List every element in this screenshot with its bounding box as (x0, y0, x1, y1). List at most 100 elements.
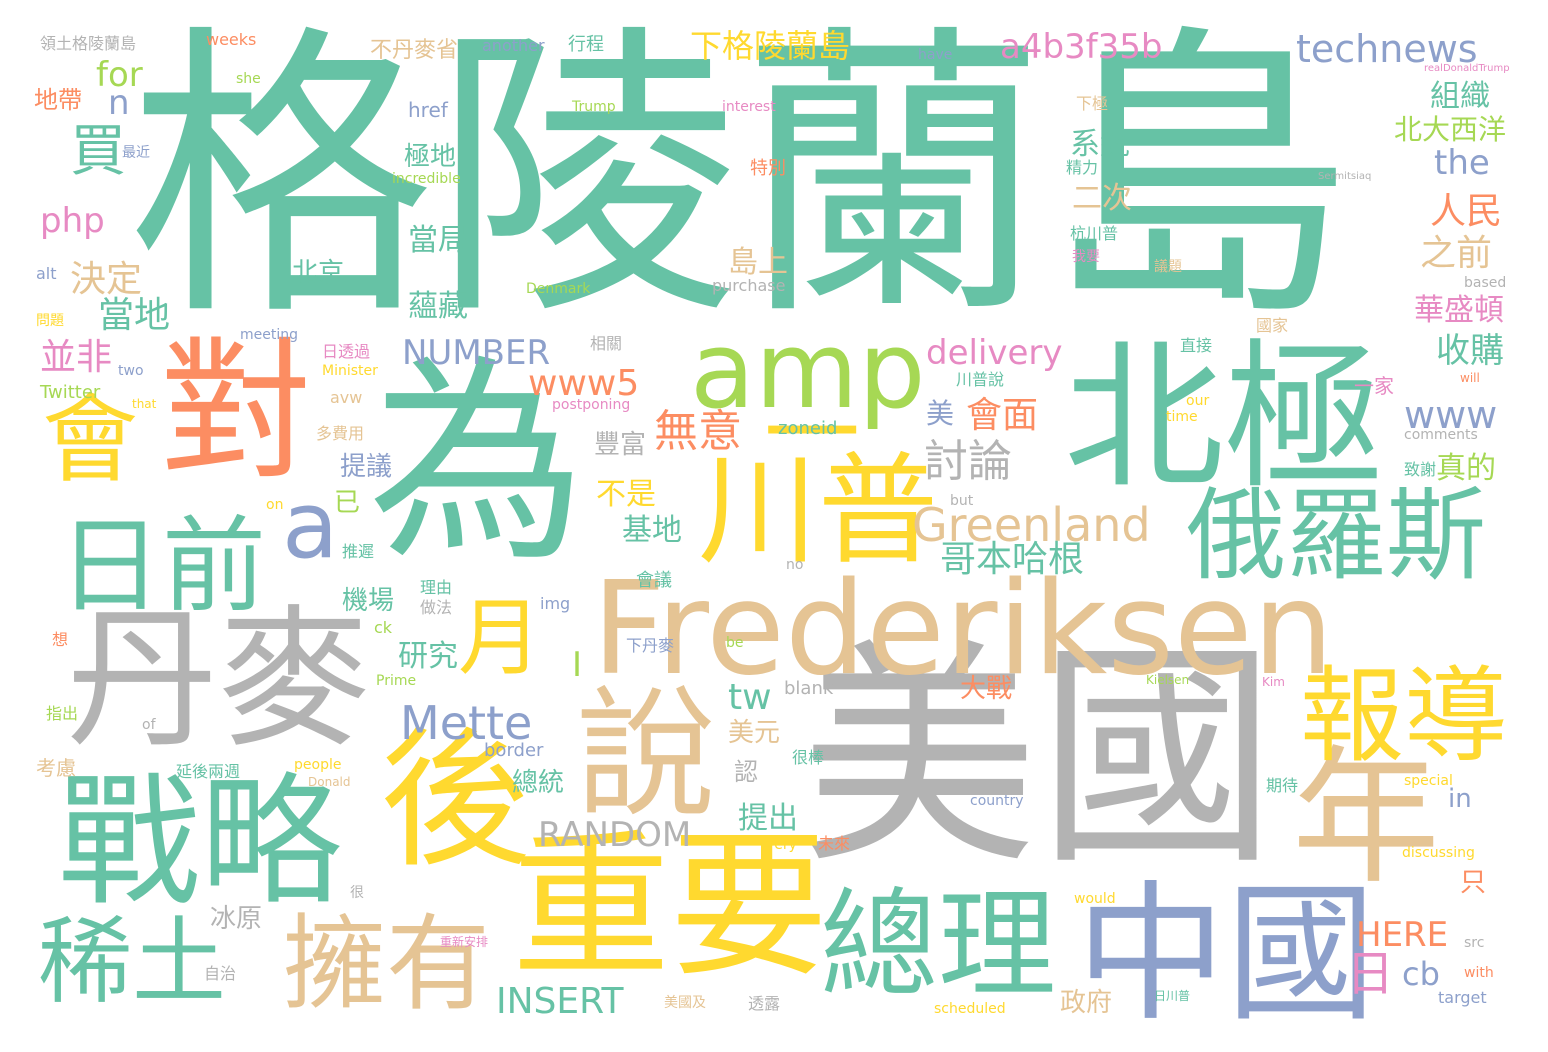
word-of: of (142, 717, 156, 733)
word-i-want: 我要 (1072, 249, 1100, 265)
word-proposal: 提議 (340, 452, 393, 482)
word-expect: 期待 (1266, 776, 1299, 795)
word-authority: 當局 (408, 223, 468, 258)
word-government: 政府 (1060, 988, 1113, 1018)
word-north-atlantic: 北大西洋 (1394, 113, 1507, 146)
word-alt: alt (36, 264, 57, 283)
word-meeting-zh: 會面 (966, 395, 1039, 436)
word-say: 說 (576, 674, 717, 837)
word-copenhagen: 哥本哈根 (940, 539, 1085, 580)
word-delay: 推遲 (342, 542, 375, 561)
word-conference: 會議 (636, 570, 672, 591)
word-beijing: 北京 (292, 258, 345, 288)
word-based: based (1464, 275, 1507, 291)
word-before: 之前 (1420, 233, 1493, 274)
word-donald: Donald (308, 775, 351, 789)
word-decide: 決定 (70, 259, 143, 300)
word-great: 很棒 (792, 748, 825, 767)
word-not: 並非 (40, 337, 113, 378)
word-mei: 美 (926, 397, 955, 430)
word-acquire: 收購 (1436, 331, 1504, 371)
word-admit: 認 (734, 758, 758, 786)
word-avw: avw (330, 388, 363, 407)
word-want: 想 (52, 630, 69, 649)
word-us-and: 美國及 (664, 995, 706, 1011)
word-the: the (1434, 143, 1490, 183)
word-is-not: 不是 (596, 477, 656, 512)
word-buy: 買 (70, 119, 126, 184)
word-organization: 組織 (1430, 79, 1490, 114)
word-country-en: country (970, 793, 1024, 809)
word-postponing: postponing (552, 397, 631, 413)
word-war: 大戰 (960, 674, 1013, 704)
word-reveal: 透露 (748, 994, 781, 1013)
word-on-island: 島上 (728, 245, 788, 280)
word-russia: 俄羅斯 (1186, 477, 1486, 594)
word-interest: interest (722, 99, 776, 115)
word-autonomy: 自治 (204, 964, 237, 983)
word-point-out: 指出 (46, 704, 79, 723)
word-php: php (40, 201, 105, 241)
word-comments: comments (1404, 427, 1478, 443)
word-random: RANDOM (538, 815, 692, 855)
word-zoneid: zoneid (778, 418, 838, 439)
word-day: 日 (1346, 946, 1395, 1002)
word-related: 相關 (590, 334, 623, 353)
word-discuss: 討論 (924, 436, 1012, 487)
word-very-zh: 很 (350, 885, 364, 901)
word-polar: 極地 (404, 142, 457, 172)
word-more-cost: 多費用 (316, 424, 365, 443)
word-report: 報導 (1300, 655, 1509, 777)
word-have: have (918, 47, 953, 63)
word-i: I (572, 645, 583, 685)
word-hui: 會 (42, 384, 138, 496)
word-topic: 議題 (1154, 259, 1182, 275)
word-insert: INSERT (496, 981, 624, 1022)
word-weeks: weeks (206, 30, 257, 49)
word-trump-en: Trump (572, 99, 616, 115)
word-hang-trump: 杭川普 (1070, 224, 1119, 243)
word-cloud: 格陵蘭島 為 美國 Frederiksen 丹麥 北極 重要 戰略 對 後 說 … (0, 0, 1548, 1052)
word-energy: 精力 (1066, 158, 1099, 177)
word-on: on (266, 497, 284, 513)
word-special-zh: 特別 (750, 158, 786, 179)
word-research: 研究 (398, 639, 458, 674)
word-no: no (786, 557, 804, 573)
word-people-zh: 人民 (1430, 191, 1503, 232)
word-xia-greenland: 下格陵蘭島 (690, 27, 851, 65)
word-very: very (766, 837, 797, 853)
word-our: our (1186, 393, 1210, 409)
word-blank: blank (784, 678, 834, 699)
word-future: 未來 (818, 834, 851, 853)
word-kim: Kim (1262, 675, 1285, 689)
word-president: 總統 (512, 768, 565, 798)
word-number: NUMBER (402, 333, 551, 373)
word-arctic: 北極 (1064, 324, 1385, 511)
word-a4b3f35b: a4b3f35b (1000, 27, 1163, 67)
word-be: be (726, 635, 744, 651)
word-delay-two-weeks: 延後兩週 (176, 762, 241, 781)
word-realdonaldtrump: realDonaldTrump (1424, 63, 1510, 74)
word-base: 基地 (622, 513, 682, 548)
word-border: border (484, 740, 544, 761)
word-meeting-en: meeting (240, 327, 299, 343)
word-day-trump: 日川普 (1154, 989, 1191, 1003)
word-a: a (282, 472, 339, 579)
word-reserve: 蘊藏 (408, 289, 468, 324)
word-bu-danmai: 不丹麥省 (370, 38, 459, 63)
word-ck: ck (374, 618, 393, 637)
word-consider: 考慮 (36, 756, 76, 780)
word-minister: Minister (322, 363, 378, 379)
word-thanks: 致謝 (1404, 460, 1437, 479)
word-approach: 做法 (420, 598, 453, 617)
word-another: another (482, 36, 545, 55)
word-will: will (1460, 371, 1480, 385)
word-time: time (1166, 409, 1198, 425)
word-already: 已 (334, 488, 361, 518)
word-propose: 提出 (738, 801, 798, 836)
word-denmark-en: Denmark (526, 281, 591, 297)
word-problem: 問題 (36, 313, 64, 329)
word-with: with (1464, 965, 1494, 981)
word-would: would (1074, 891, 1116, 907)
word-purchase: purchase (712, 276, 786, 295)
